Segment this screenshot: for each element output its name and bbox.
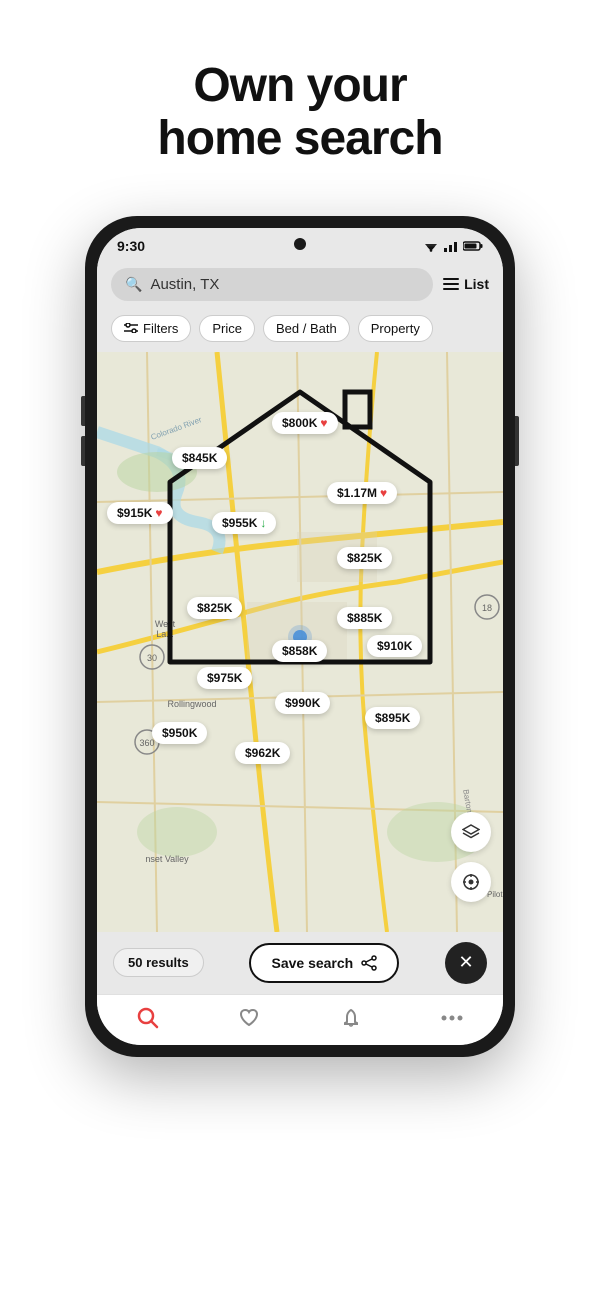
save-search-button[interactable]: Save search: [249, 943, 399, 983]
search-icon: 🔍: [125, 276, 142, 293]
map-area[interactable]: Austin Rollingwood West La... nset Valle…: [97, 352, 503, 932]
search-input-container[interactable]: 🔍 Austin, TX: [111, 268, 433, 301]
status-icons: [423, 240, 483, 252]
bottom-action-bar: 50 results Save search ✕: [97, 932, 503, 994]
hero-title: Own your home search: [157, 60, 442, 166]
svg-text:Pilot Kn...: Pilot Kn...: [487, 890, 503, 899]
heart-nav-icon: [238, 1007, 260, 1029]
layers-icon: [462, 824, 480, 840]
layers-button[interactable]: [451, 812, 491, 852]
svg-text:30: 30: [147, 653, 157, 663]
price-pin-910k[interactable]: $910K: [367, 635, 422, 657]
price-pin-950k[interactable]: $950K: [152, 722, 207, 744]
signal-icon: [443, 240, 459, 252]
price-pin-962k[interactable]: $962K: [235, 742, 290, 764]
phone-mockup: 9:30: [85, 216, 515, 1057]
location-button[interactable]: [451, 862, 491, 902]
more-nav-icon: [441, 1014, 463, 1022]
search-bar-row: 🔍 Austin, TX List: [97, 260, 503, 309]
status-time: 9:30: [117, 238, 145, 254]
chip-bed-bath[interactable]: Bed / Bath: [263, 315, 350, 342]
svg-text:18: 18: [482, 603, 492, 613]
price-pin-955k[interactable]: $955K ↓: [212, 512, 276, 534]
bell-nav-icon: [340, 1007, 362, 1029]
price-pin-975k[interactable]: $975K: [197, 667, 252, 689]
price-pin-825k-2[interactable]: $825K: [187, 597, 242, 619]
share-icon: [361, 955, 377, 971]
search-input-text: Austin, TX: [150, 276, 219, 293]
svg-text:nset Valley: nset Valley: [145, 854, 189, 864]
location-icon: [462, 873, 480, 891]
chip-price[interactable]: Price: [199, 315, 255, 342]
nav-more[interactable]: [441, 1014, 463, 1022]
heart-icon: ♥: [155, 506, 162, 520]
price-pin-885k[interactable]: $885K: [337, 607, 392, 629]
price-pin-845k[interactable]: $845K: [172, 447, 227, 469]
nav-alerts[interactable]: [340, 1007, 362, 1029]
price-pin-915k[interactable]: $915K ♥: [107, 502, 173, 524]
down-icon: ↓: [260, 516, 266, 530]
svg-text:360: 360: [139, 738, 154, 748]
nav-bar: [97, 994, 503, 1045]
nav-search[interactable]: [137, 1007, 159, 1029]
price-pin-800k[interactable]: $800K ♥: [272, 412, 338, 434]
filters-icon: [124, 323, 138, 333]
price-pin-117m[interactable]: $1.17M ♥: [327, 482, 397, 504]
price-pin-825k-1[interactable]: $825K: [337, 547, 392, 569]
price-pin-990k[interactable]: $990K: [275, 692, 330, 714]
filter-chips: Filters Price Bed / Bath Property: [97, 309, 503, 352]
price-pin-858k[interactable]: $858K: [272, 640, 327, 662]
svg-text:Rollingwood: Rollingwood: [167, 699, 216, 709]
list-button[interactable]: List: [443, 276, 489, 292]
phone-screen: 9:30: [97, 228, 503, 1045]
wifi-icon: [423, 240, 439, 252]
camera-notch: [294, 238, 306, 250]
price-pin-895k[interactable]: $895K: [365, 707, 420, 729]
status-bar: 9:30: [97, 228, 503, 260]
list-label: List: [464, 276, 489, 292]
nav-favorites[interactable]: [238, 1007, 260, 1029]
battery-icon: [463, 240, 483, 252]
chip-filters[interactable]: Filters: [111, 315, 191, 342]
heart-icon: ♥: [320, 416, 327, 430]
search-nav-icon: [137, 1007, 159, 1029]
close-button[interactable]: ✕: [445, 942, 487, 984]
heart-icon: ♥: [380, 486, 387, 500]
list-icon: [443, 278, 459, 290]
chip-property[interactable]: Property: [358, 315, 433, 342]
results-badge: 50 results: [113, 948, 204, 977]
